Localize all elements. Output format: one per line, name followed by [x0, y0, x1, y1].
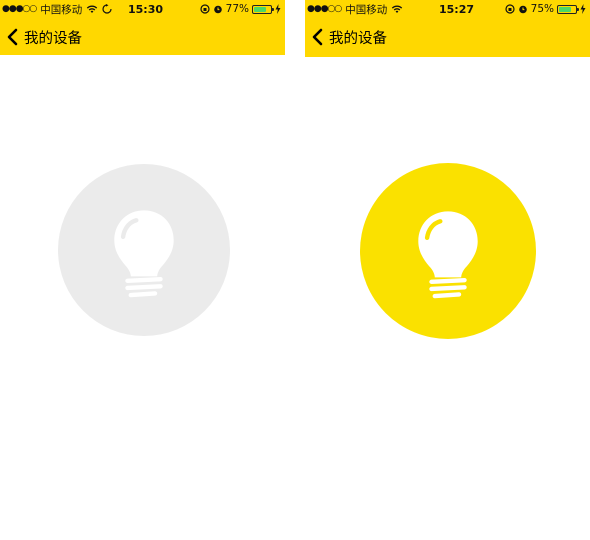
navigation-bar: 我的设备 [305, 22, 590, 52]
alarm-icon [518, 4, 528, 14]
back-button[interactable]: 我的设备 [305, 27, 387, 48]
alarm-icon [213, 4, 223, 14]
battery-icon [252, 4, 274, 14]
orientation-lock-icon [505, 4, 515, 14]
header-bar: ●●●○○ 中国移动 15:30 77% 我的设备 [0, 0, 285, 55]
nav-title: 我的设备 [329, 30, 387, 47]
nav-title: 我的设备 [24, 30, 82, 47]
lightbulb-icon [418, 211, 478, 299]
phone-screen-bulb-on: ●●●○○ 中国移动 15:27 75% 我的设备 [305, 0, 590, 540]
light-toggle-button[interactable] [58, 164, 230, 336]
charging-icon [580, 4, 586, 14]
carrier-name: 中国移动 [40, 3, 83, 16]
status-bar: ●●●○○ 中国移动 15:30 77% [0, 0, 285, 18]
back-button[interactable]: 我的设备 [0, 27, 82, 48]
status-time: 15:30 [128, 2, 164, 16]
carrier-name: 中国移动 [345, 3, 388, 16]
status-bar: ●●●○○ 中国移动 15:27 75% [305, 0, 590, 18]
chevron-left-icon [6, 28, 20, 46]
light-toggle-button[interactable] [360, 163, 536, 339]
navigation-bar: 我的设备 [0, 22, 285, 52]
signal-strength-icon: ●●●○○ [307, 4, 342, 14]
orientation-lock-icon [200, 4, 210, 14]
wifi-icon [86, 4, 98, 14]
lightbulb-icon [114, 210, 174, 298]
status-time: 15:27 [439, 2, 475, 16]
sync-icon [102, 4, 112, 14]
phone-screen-bulb-off: ●●●○○ 中国移动 15:30 77% 我的设备 [0, 0, 285, 540]
signal-strength-icon: ●●●○○ [2, 4, 37, 14]
battery-icon [557, 4, 579, 14]
charging-icon [275, 4, 281, 14]
chevron-left-icon [311, 28, 325, 46]
wifi-icon [391, 4, 403, 14]
header-bar: ●●●○○ 中国移动 15:27 75% 我的设备 [305, 0, 590, 57]
battery-percent: 75% [530, 3, 554, 15]
battery-percent: 77% [225, 3, 249, 15]
